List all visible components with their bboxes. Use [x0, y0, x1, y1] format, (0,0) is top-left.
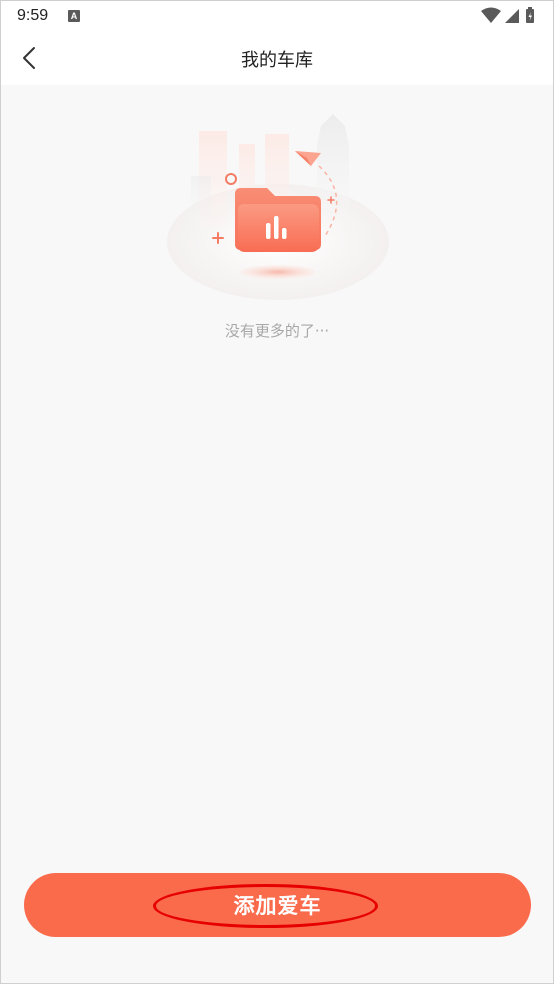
battery-icon: [526, 7, 534, 23]
a-icon: A: [68, 10, 80, 22]
add-car-label: 添加爱车: [233, 894, 322, 918]
empty-state-message: 没有更多的了···: [224, 322, 330, 340]
status-time: 9:59: [17, 7, 49, 24]
app-screen: 9:59 A 我的车库 没有更多的了··· 添加爱车: [0, 0, 554, 984]
status-icons: [481, 7, 534, 23]
add-car-button[interactable]: 添加爱车: [24, 873, 531, 937]
wifi-icon: [481, 7, 501, 23]
page-title: 我的车库: [241, 50, 313, 71]
empty-folder-illustration: [167, 114, 389, 300]
status-bar: 9:59 A: [1, 1, 553, 33]
signal-icon: [505, 9, 519, 23]
app-header: 我的车库: [1, 33, 553, 85]
